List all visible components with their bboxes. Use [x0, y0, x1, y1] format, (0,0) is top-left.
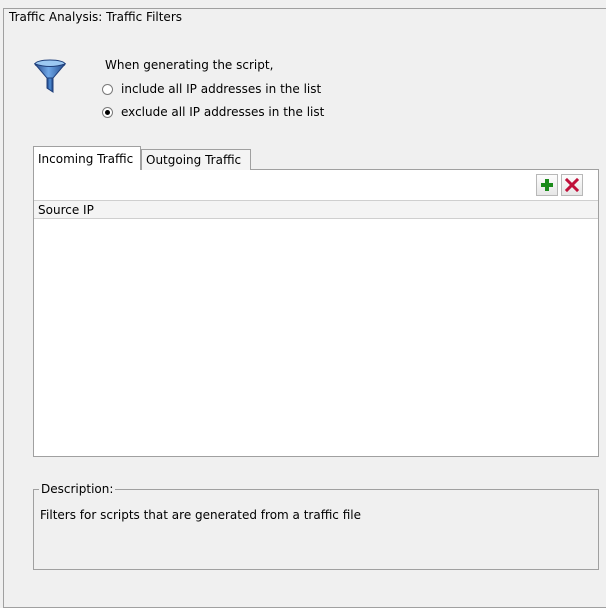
exclude-radio-label[interactable]: exclude all IP addresses in the list — [121, 104, 324, 120]
close-icon — [565, 178, 579, 192]
description-text: Filters for scripts that are generated f… — [40, 508, 361, 522]
plus-icon — [541, 179, 553, 191]
funnel-icon — [33, 59, 67, 95]
include-radio-option[interactable]: include all IP addresses in the list — [102, 80, 321, 98]
add-ip-button[interactable] — [536, 174, 558, 196]
exclude-radio-button[interactable] — [102, 106, 113, 118]
column-header-source-ip[interactable]: Source IP — [38, 202, 94, 218]
remove-ip-button[interactable] — [561, 174, 583, 196]
include-radio-button[interactable] — [102, 83, 113, 95]
exclude-radio-option[interactable]: exclude all IP addresses in the list — [102, 103, 324, 121]
tab-incoming-traffic[interactable]: Incoming Traffic — [33, 146, 141, 170]
ip-list[interactable] — [34, 219, 598, 456]
ip-list-header: Source IP — [34, 200, 598, 219]
include-radio-label[interactable]: include all IP addresses in the list — [121, 81, 321, 97]
group-title: Traffic Analysis: Traffic Filters — [9, 9, 185, 25]
filter-intro-text: When generating the script, — [105, 58, 274, 72]
description-title: Description: — [39, 481, 116, 497]
tab-outgoing-traffic[interactable]: Outgoing Traffic — [141, 149, 251, 170]
description-group: Description: Filters for scripts that ar… — [33, 481, 599, 570]
